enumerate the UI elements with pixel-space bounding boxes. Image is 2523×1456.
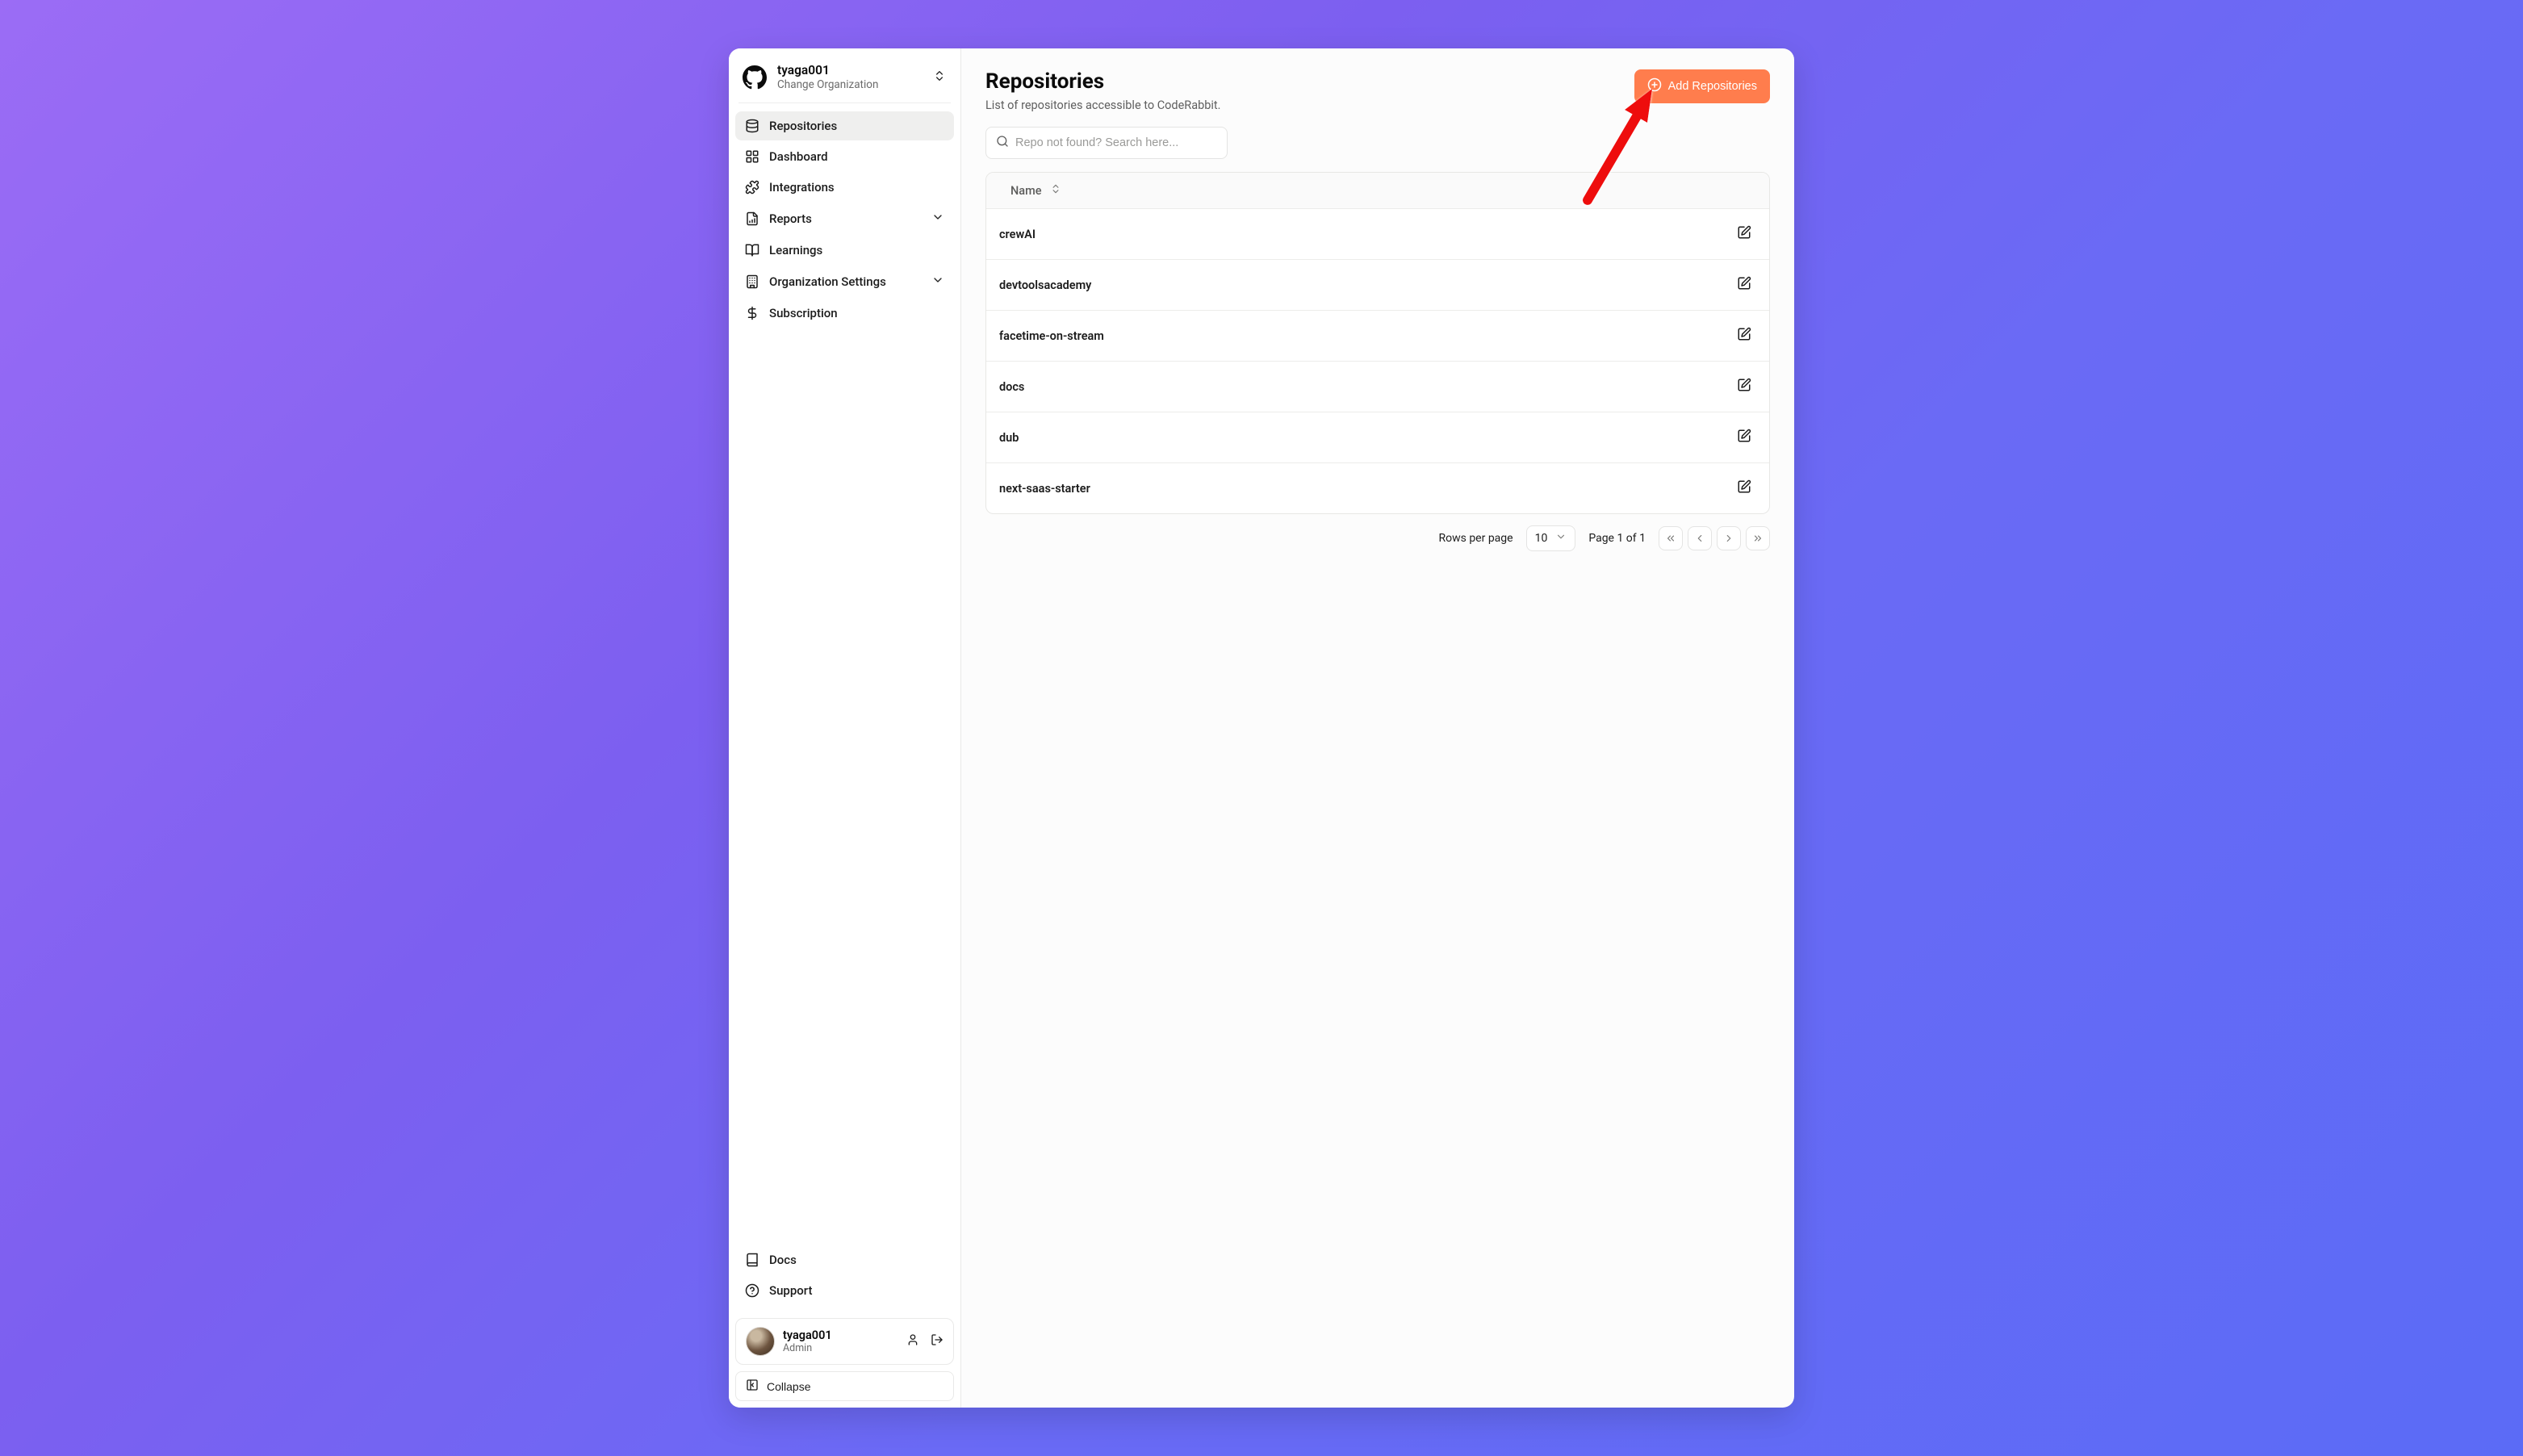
- sort-icon: [1050, 183, 1061, 198]
- nav-subscription[interactable]: Subscription: [735, 299, 954, 328]
- plus-circle-icon: [1647, 77, 1662, 95]
- repo-name: next-saas-starter: [999, 482, 1090, 496]
- table-row[interactable]: dub: [986, 412, 1769, 463]
- page-title: Repositories: [985, 69, 1220, 94]
- nav-learnings[interactable]: Learnings: [735, 236, 954, 265]
- repositories-table: Name crewAI devtoolsacademy facetime-on-st…: [985, 172, 1770, 514]
- page-indicator: Page 1 of 1: [1588, 532, 1646, 545]
- user-name: tyaga001: [783, 1328, 898, 1342]
- secondary-nav: Docs Support: [729, 1245, 960, 1313]
- org-name: tyaga001: [777, 63, 920, 77]
- edit-icon[interactable]: [1734, 222, 1755, 246]
- repo-name: crewAI: [999, 228, 1036, 241]
- database-icon: [745, 119, 759, 133]
- nav-docs[interactable]: Docs: [735, 1245, 954, 1274]
- org-switch-icon[interactable]: [930, 66, 949, 89]
- pagination: Rows per page 10 Page 1 of 1: [985, 525, 1770, 551]
- nav-label: Organization Settings: [769, 274, 886, 289]
- table-row[interactable]: devtoolsacademy: [986, 260, 1769, 311]
- chevron-down-icon: [931, 274, 944, 290]
- last-page-button[interactable]: [1746, 526, 1770, 550]
- search-icon: [996, 135, 1009, 151]
- collapse-button[interactable]: Collapse: [735, 1371, 954, 1401]
- first-page-button[interactable]: [1659, 526, 1683, 550]
- nav-label: Repositories: [769, 119, 837, 133]
- table-row[interactable]: facetime-on-stream: [986, 311, 1769, 362]
- nav-label: Dashboard: [769, 149, 828, 164]
- edit-icon[interactable]: [1734, 273, 1755, 297]
- user-card: tyaga001 Admin: [735, 1318, 954, 1365]
- primary-nav: Repositories Dashboard Integrations Repo…: [729, 111, 960, 328]
- chevron-down-icon: [931, 211, 944, 227]
- panel-left-icon: [746, 1379, 759, 1394]
- main-content: Repositories List of repositories access…: [961, 48, 1794, 1408]
- nav-label: Support: [769, 1283, 812, 1298]
- dollar-icon: [745, 306, 759, 320]
- table-row[interactable]: docs: [986, 362, 1769, 412]
- org-switcher[interactable]: tyaga001 Change Organization: [729, 48, 960, 103]
- book-closed-icon: [745, 1253, 759, 1267]
- rows-per-page-label: Rows per page: [1438, 532, 1513, 545]
- profile-icon[interactable]: [906, 1333, 919, 1349]
- puzzle-icon: [745, 180, 759, 195]
- table-row[interactable]: next-saas-starter: [986, 463, 1769, 513]
- building-icon: [745, 274, 759, 289]
- repo-name: devtoolsacademy: [999, 278, 1091, 292]
- prev-page-button[interactable]: [1688, 526, 1712, 550]
- github-icon: [742, 65, 768, 90]
- column-name: Name: [1010, 184, 1042, 198]
- add-repositories-button[interactable]: Add Repositories: [1634, 69, 1770, 103]
- nav-org-settings[interactable]: Organization Settings: [735, 266, 954, 297]
- nav-repositories[interactable]: Repositories: [735, 111, 954, 140]
- page-subtitle: List of repositories accessible to CodeR…: [985, 98, 1220, 112]
- grid-icon: [745, 149, 759, 164]
- repo-name: facetime-on-stream: [999, 329, 1104, 343]
- edit-icon[interactable]: [1734, 425, 1755, 450]
- search-box[interactable]: [985, 127, 1228, 159]
- rows-per-page-select[interactable]: 10: [1526, 525, 1576, 551]
- table-row[interactable]: crewAI: [986, 209, 1769, 260]
- app-window: tyaga001 Change Organization Repositorie…: [729, 48, 1794, 1408]
- book-icon: [745, 243, 759, 257]
- search-input[interactable]: [1015, 136, 1217, 149]
- next-page-button[interactable]: [1717, 526, 1741, 550]
- nav-label: Reports: [769, 211, 812, 226]
- nav-label: Learnings: [769, 243, 822, 257]
- nav-integrations[interactable]: Integrations: [735, 173, 954, 202]
- help-icon: [745, 1283, 759, 1298]
- file-bar-icon: [745, 211, 759, 226]
- user-role: Admin: [783, 1342, 898, 1354]
- repo-name: docs: [999, 380, 1024, 394]
- edit-icon[interactable]: [1734, 476, 1755, 500]
- avatar: [746, 1327, 775, 1356]
- nav-label: Docs: [769, 1253, 797, 1267]
- repo-name: dub: [999, 431, 1019, 445]
- table-header[interactable]: Name: [986, 173, 1769, 209]
- edit-icon[interactable]: [1734, 374, 1755, 399]
- nav-label: Integrations: [769, 180, 835, 195]
- nav-reports[interactable]: Reports: [735, 203, 954, 234]
- nav-support[interactable]: Support: [735, 1276, 954, 1305]
- org-subtitle: Change Organization: [777, 78, 920, 91]
- logout-icon[interactable]: [931, 1333, 944, 1349]
- chevron-down-icon: [1555, 531, 1567, 546]
- nav-dashboard[interactable]: Dashboard: [735, 142, 954, 171]
- edit-icon[interactable]: [1734, 324, 1755, 348]
- sidebar: tyaga001 Change Organization Repositorie…: [729, 48, 961, 1408]
- nav-label: Subscription: [769, 306, 838, 320]
